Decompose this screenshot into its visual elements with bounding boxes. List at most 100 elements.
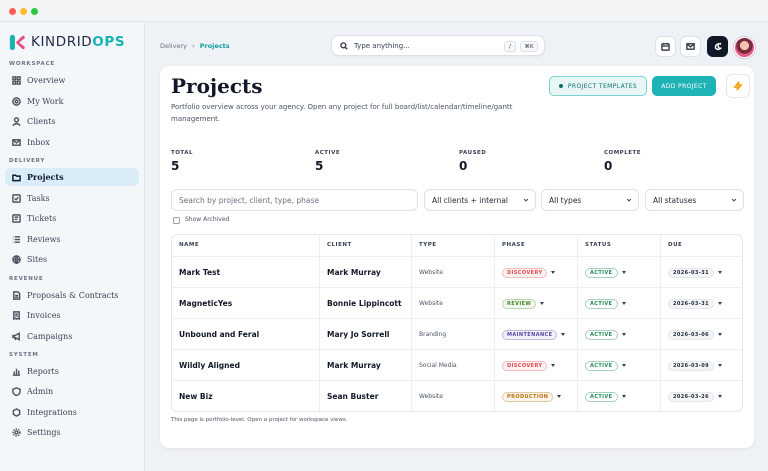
breadcrumb-parent[interactable]: Delivery <box>160 42 187 50</box>
project-type: Website <box>419 393 443 400</box>
phase-badge[interactable]: DISCOVERY <box>502 267 548 278</box>
status-badge[interactable]: ACTIVE <box>585 360 618 371</box>
due-date-badge[interactable]: 2026-03-06 <box>668 329 714 340</box>
column-header-due[interactable]: DUE <box>661 235 742 256</box>
phase-badge[interactable]: DISCOVERY <box>502 360 548 371</box>
statuses-filter-select[interactable]: All statuses <box>645 189 744 211</box>
project-name[interactable]: Unbound and Feral <box>179 330 259 339</box>
phase-badge[interactable]: PRODUCTION <box>502 391 554 402</box>
sidebar-item-admin[interactable]: Admin <box>5 382 139 400</box>
sidebar-item-projects[interactable]: Projects <box>5 168 139 186</box>
messages-button[interactable] <box>680 36 701 57</box>
status-badge[interactable]: ACTIVE <box>585 329 618 340</box>
sidebar-item-reports[interactable]: Reports <box>5 362 139 380</box>
types-filter-select[interactable]: All types <box>541 189 639 211</box>
project-name[interactable]: MagneticYes <box>179 299 232 308</box>
chevron-down-icon <box>731 198 737 202</box>
phase-cell: DISCOVERY <box>495 350 578 381</box>
list-icon <box>12 235 21 243</box>
sidebar-item-settings[interactable]: Settings <box>5 423 139 441</box>
status-badge[interactable]: ACTIVE <box>585 298 618 309</box>
due-date-badge[interactable]: 2026-03-31 <box>668 267 714 278</box>
table-row[interactable]: MagneticYes Bonnie Lippincott Website REVIE… <box>172 287 742 319</box>
table-row[interactable]: Unbound and Feral Mary Jo Sorrell Branding… <box>172 318 742 350</box>
phase-badge[interactable]: MAINTENANCE <box>502 329 558 340</box>
sidebar-item-reviews[interactable]: Reviews <box>5 230 139 248</box>
client-cell: Mark Murray <box>320 350 412 381</box>
sidebar-item-campaigns[interactable]: Campaigns <box>5 327 139 345</box>
clients-filter-select[interactable]: All clients + internal <box>424 189 536 211</box>
sidebar-item-label: Proposals & Contracts <box>27 290 119 300</box>
sidebar-item-inbox[interactable]: Inbox <box>5 133 139 151</box>
sidebar-item-label: Admin <box>27 386 54 396</box>
sidebar-item-invoices[interactable]: Invoices <box>5 306 139 324</box>
caret-down-icon[interactable] <box>551 271 556 274</box>
sidebar-item-tasks[interactable]: Tasks <box>5 189 139 207</box>
quick-action-button[interactable] <box>726 74 750 98</box>
table-row[interactable]: Wildly Aligned Mark Murray Social Media DIS… <box>172 349 742 381</box>
sidebar-item-label: Invoices <box>27 310 61 320</box>
sidebar-item-clients[interactable]: Clients <box>5 112 139 130</box>
caret-down-icon[interactable] <box>540 302 545 305</box>
caret-down-icon[interactable] <box>621 333 626 336</box>
status-badge[interactable]: ACTIVE <box>585 267 618 278</box>
global-search-input[interactable]: Type anything... / ⌘K <box>331 35 545 56</box>
table-row[interactable]: Mark Test Mark Murray Website DISCOVERY ACTI… <box>172 256 742 288</box>
dot-icon <box>558 84 563 88</box>
project-search-input[interactable]: Search by project, client, type, phase <box>171 189 418 211</box>
caret-down-icon[interactable] <box>717 333 722 336</box>
phase-badge[interactable]: REVIEW <box>502 298 537 309</box>
chevron-down-icon <box>626 198 632 202</box>
project-templates-button[interactable]: PROJECT TEMPLATES <box>549 76 647 96</box>
caret-down-icon[interactable] <box>717 302 722 305</box>
theme-toggle-button[interactable] <box>707 36 728 57</box>
project-type: Website <box>419 300 443 307</box>
calendar-button[interactable] <box>655 36 676 57</box>
sidebar-item-overview[interactable]: Overview <box>5 71 139 89</box>
add-project-button[interactable]: ADD PROJECT <box>652 76 716 96</box>
column-header-status[interactable]: STATUS <box>578 235 661 256</box>
caret-down-icon[interactable] <box>717 271 722 274</box>
due-date-badge[interactable]: 2026-03-09 <box>668 360 714 371</box>
stat-total: TOTAL 5 <box>171 150 193 173</box>
window-chrome <box>0 0 768 22</box>
breadcrumb: Delivery › Projects <box>160 42 230 50</box>
logo[interactable]: KINDRIDOPS <box>9 32 125 52</box>
maximize-window-button[interactable] <box>31 8 38 15</box>
caret-down-icon[interactable] <box>557 395 562 398</box>
show-archived-checkbox[interactable] <box>173 217 180 224</box>
column-header-client[interactable]: CLIENT <box>320 235 412 256</box>
caret-down-icon[interactable] <box>621 302 626 305</box>
client-name: Mark Murray <box>327 268 381 277</box>
caret-down-icon[interactable] <box>551 364 556 367</box>
sidebar-item-label: Settings <box>27 427 61 437</box>
caret-down-icon[interactable] <box>621 271 626 274</box>
project-name[interactable]: New Biz <box>179 392 213 401</box>
avatar[interactable] <box>734 37 755 58</box>
status-badge[interactable]: ACTIVE <box>585 391 618 402</box>
caret-down-icon[interactable] <box>717 395 722 398</box>
caret-down-icon[interactable] <box>717 364 722 367</box>
sidebar-item-integrations[interactable]: Integrations <box>5 403 139 421</box>
project-name[interactable]: Wildly Aligned <box>179 361 240 370</box>
sidebar-item-my-work[interactable]: My Work <box>5 92 139 110</box>
minimize-window-button[interactable] <box>20 8 27 15</box>
sidebar-item-label: Inbox <box>27 137 50 147</box>
due-date-badge[interactable]: 2026-03-31 <box>668 298 714 309</box>
due-date-badge[interactable]: 2026-03-26 <box>668 391 714 402</box>
project-name[interactable]: Mark Test <box>179 268 220 277</box>
close-window-button[interactable] <box>9 8 16 15</box>
column-header-type[interactable]: TYPE <box>412 235 495 256</box>
table-row[interactable]: New Biz Sean Buster Website PRODUCTION ACTIV… <box>172 380 742 411</box>
due-cell: 2026-03-26 <box>661 381 742 411</box>
column-header-name[interactable]: NAME <box>172 235 320 256</box>
caret-down-icon[interactable] <box>621 395 626 398</box>
sidebar-item-proposals[interactable]: Proposals & Contracts <box>5 286 139 304</box>
sidebar-item-sites[interactable]: Sites <box>5 250 139 268</box>
caret-down-icon[interactable] <box>621 364 626 367</box>
caret-down-icon[interactable] <box>561 333 566 336</box>
sidebar-item-label: Tasks <box>27 193 50 203</box>
sidebar-item-label: Campaigns <box>27 331 73 341</box>
column-header-phase[interactable]: PHASE <box>495 235 578 256</box>
sidebar-item-tickets[interactable]: Tickets <box>5 209 139 227</box>
